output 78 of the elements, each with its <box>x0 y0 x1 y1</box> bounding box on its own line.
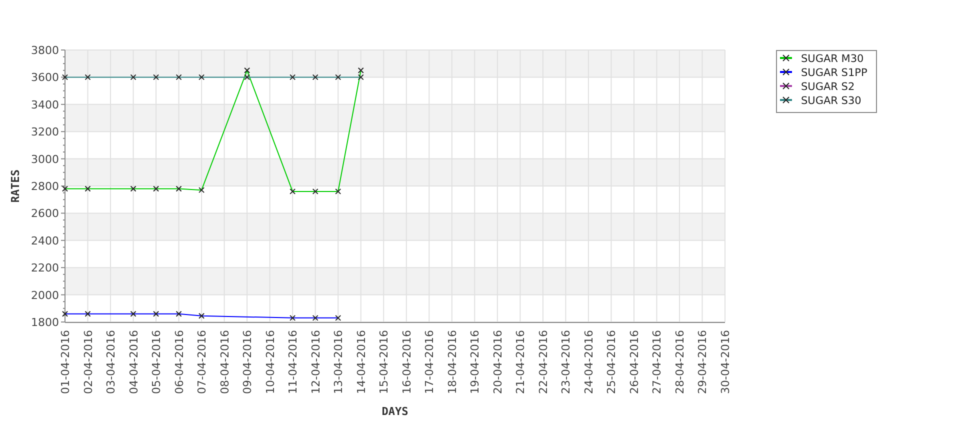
data-point <box>84 186 91 192</box>
x-tick-label: 20-04-2016 <box>491 330 504 394</box>
data-point <box>176 186 182 192</box>
y-tick-label: 3800 <box>31 44 59 57</box>
data-point <box>290 314 296 321</box>
y-tick-label: 2800 <box>31 180 59 193</box>
x-tick-label: 10-04-2016 <box>264 330 277 394</box>
data-point <box>130 186 136 192</box>
x-tick-label: 25-04-2016 <box>605 330 618 394</box>
x-tick-label: 02-04-2016 <box>82 330 95 394</box>
x-tick-label: 19-04-2016 <box>468 330 482 394</box>
x-tick-label: 11-04-2016 <box>286 330 300 394</box>
legend-label: SUGAR S2 <box>801 81 855 93</box>
data-point <box>335 314 342 321</box>
data-point <box>290 188 296 194</box>
x-tick-label: 18-04-2016 <box>446 330 459 394</box>
x-tick-label: 21-04-2016 <box>514 330 528 394</box>
data-point <box>198 187 205 194</box>
y-axis-title: RATES <box>9 169 22 203</box>
legend-label: SUGAR S1PP <box>801 67 868 79</box>
data-point <box>62 310 68 317</box>
x-tick-label: 23-04-2016 <box>560 330 573 394</box>
data-point <box>130 74 136 80</box>
x-tick-label: 07-04-2016 <box>196 330 209 394</box>
legend-label: SUGAR M30 <box>801 53 864 65</box>
y-tick-label: 2000 <box>31 288 59 302</box>
legend-marker-icon <box>780 68 792 76</box>
x-tick-label: 29-04-2016 <box>696 330 710 394</box>
legend-marker-icon <box>780 54 792 62</box>
data-point <box>198 312 205 319</box>
x-tick-label: 01-04-2016 <box>59 330 72 394</box>
x-tick-label: 16-04-2016 <box>400 330 414 394</box>
data-point <box>62 74 68 80</box>
y-tick-label: 3000 <box>31 152 59 166</box>
y-tick-label: 2600 <box>31 207 59 220</box>
x-tick-label: 17-04-2016 <box>423 330 436 394</box>
data-point <box>335 74 342 80</box>
x-tick-label: 09-04-2016 <box>241 330 254 394</box>
data-point <box>153 310 160 317</box>
y-tick-label: 1800 <box>31 316 59 329</box>
y-tick-label: 3200 <box>31 126 59 139</box>
x-tick-label: 27-04-2016 <box>650 330 664 394</box>
x-tick-label: 24-04-2016 <box>582 330 596 394</box>
data-point <box>312 74 318 80</box>
data-point <box>153 186 160 192</box>
data-point <box>198 74 205 80</box>
x-tick-label: 14-04-2016 <box>354 330 368 394</box>
x-tick-label: 04-04-2016 <box>127 330 140 394</box>
x-tick-label: 22-04-2016 <box>536 330 550 394</box>
y-tick-label: 2400 <box>31 234 59 248</box>
x-tick-label: 26-04-2016 <box>628 330 641 394</box>
data-point <box>84 74 91 80</box>
x-tick-label: 30-04-2016 <box>719 330 732 394</box>
x-tick-label: 06-04-2016 <box>172 330 186 394</box>
legend-marker-icon <box>780 82 792 90</box>
legend-label: SUGAR S30 <box>801 95 862 107</box>
x-tick-label: 15-04-2016 <box>378 330 391 394</box>
x-tick-label: 03-04-2016 <box>104 330 118 394</box>
data-point <box>312 314 318 321</box>
legend-marker-icon <box>780 96 792 104</box>
data-point <box>335 188 342 194</box>
data-point <box>62 186 68 192</box>
data-point <box>84 310 91 317</box>
data-point <box>290 74 296 80</box>
data-point <box>176 74 182 80</box>
data-point <box>153 74 160 80</box>
x-tick-label: 05-04-2016 <box>150 330 164 394</box>
data-point <box>176 310 182 317</box>
y-tick-label: 3600 <box>31 71 59 84</box>
y-tick-label: 2200 <box>31 262 59 275</box>
x-tick-label: 12-04-2016 <box>309 330 322 394</box>
x-tick-label: 08-04-2016 <box>218 330 232 394</box>
data-point <box>312 188 318 194</box>
x-tick-label: 28-04-2016 <box>673 330 686 394</box>
x-axis-title: DAYS <box>382 405 408 418</box>
y-tick-label: 3400 <box>31 98 59 112</box>
x-tick-label: 13-04-2016 <box>332 330 346 394</box>
data-point <box>130 310 136 317</box>
